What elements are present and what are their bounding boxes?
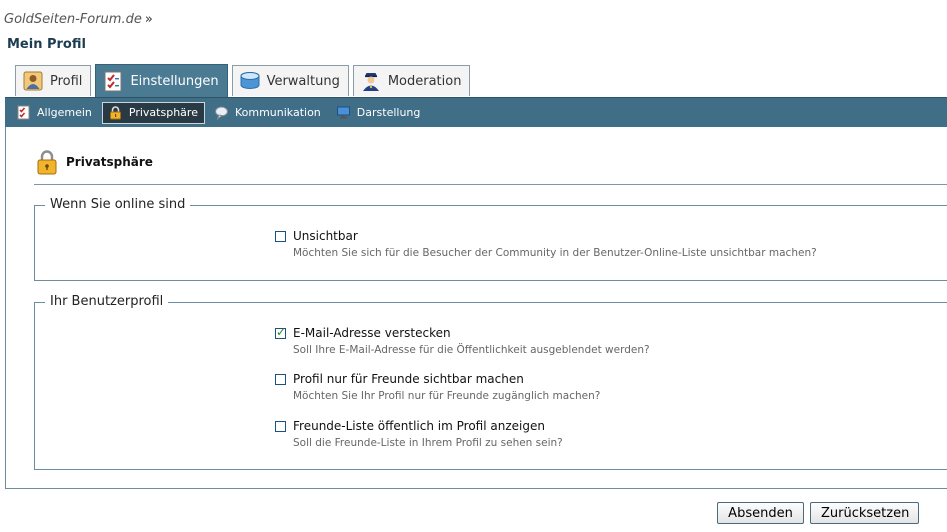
section-title: Privatsphäre <box>66 155 153 169</box>
option-description: Soll die Freunde-Liste in Ihrem Profil z… <box>293 437 563 449</box>
speech-bubble-icon <box>214 105 229 120</box>
fieldset-profile: Ihr Benutzerprofil E-Mail-Adresse verste… <box>34 294 947 470</box>
reset-button[interactable]: Zurücksetzen <box>810 502 919 524</box>
breadcrumb-separator: » <box>144 12 153 27</box>
option-label[interactable]: E-Mail-Adresse verstecken <box>293 326 451 340</box>
monitor-icon <box>336 105 351 120</box>
option-description: Möchten Sie Ihr Profil nur für Freunde z… <box>293 390 601 402</box>
tab-label: Einstellungen <box>130 73 219 89</box>
settings-panel: Privatsphäre Wenn Sie online sind Unsich… <box>5 127 947 489</box>
lock-icon <box>36 149 58 175</box>
database-icon <box>239 70 261 92</box>
friends-only-profile-checkbox[interactable] <box>275 374 286 385</box>
option-label[interactable]: Freunde-Liste öffentlich im Profil anzei… <box>293 419 545 433</box>
option-description: Soll Ihre E-Mail-Adresse für die Öffentl… <box>293 344 650 356</box>
tab-label: Verwaltung <box>266 73 340 89</box>
fieldset-online: Wenn Sie online sind Unsichtbar Möchten … <box>34 197 947 281</box>
subnav-item-kommunikation[interactable]: Kommunikation <box>209 102 327 124</box>
tab-moderation[interactable]: Moderation <box>352 65 471 96</box>
checklist-icon <box>16 105 31 120</box>
checklist-icon <box>102 70 124 92</box>
tab-einstellungen[interactable]: Einstellungen <box>95 64 228 97</box>
breadcrumb: GoldSeiten-Forum.de» <box>4 12 153 27</box>
subnav-item-allgemein[interactable]: Allgemein <box>11 102 98 124</box>
subnav-label: Darstellung <box>356 106 421 119</box>
sub-navigation: Allgemein Privatsphäre Kommunikation Dar… <box>5 97 947 127</box>
option-description: Möchten Sie sich für die Besucher der Co… <box>293 247 817 259</box>
invisible-checkbox[interactable] <box>275 231 286 242</box>
public-friends-list-checkbox[interactable] <box>275 421 286 432</box>
tab-profil[interactable]: Profil <box>15 65 92 96</box>
main-tabs: Profil Einstellungen Verwaltung Moderati… <box>15 64 471 97</box>
fieldset-legend: Wenn Sie online sind <box>45 197 191 212</box>
tab-label: Profil <box>50 73 83 89</box>
subnav-item-privatsphaere[interactable]: Privatsphäre <box>101 101 205 124</box>
fieldset-legend: Ihr Benutzerprofil <box>45 294 169 309</box>
subnav-label: Allgemein <box>37 106 92 119</box>
tab-label: Moderation <box>387 73 462 89</box>
tab-verwaltung[interactable]: Verwaltung <box>231 65 349 96</box>
subnav-item-darstellung[interactable]: Darstellung <box>331 102 427 124</box>
section-header: Privatsphäre <box>36 149 153 175</box>
profile-icon <box>22 70 44 92</box>
hide-email-checkbox[interactable] <box>275 325 286 339</box>
option-label[interactable]: Unsichtbar <box>293 229 358 243</box>
section-divider <box>34 184 947 185</box>
option-label[interactable]: Profil nur für Freunde sichtbar machen <box>293 372 524 386</box>
submit-button[interactable]: Absenden <box>717 502 804 524</box>
breadcrumb-site-link[interactable]: GoldSeiten-Forum.de <box>4 12 142 27</box>
subnav-label: Kommunikation <box>234 106 321 119</box>
moderator-icon <box>360 70 382 92</box>
subnav-label: Privatsphäre <box>128 106 198 119</box>
lock-icon <box>108 105 123 120</box>
page-title: Mein Profil <box>7 37 86 52</box>
